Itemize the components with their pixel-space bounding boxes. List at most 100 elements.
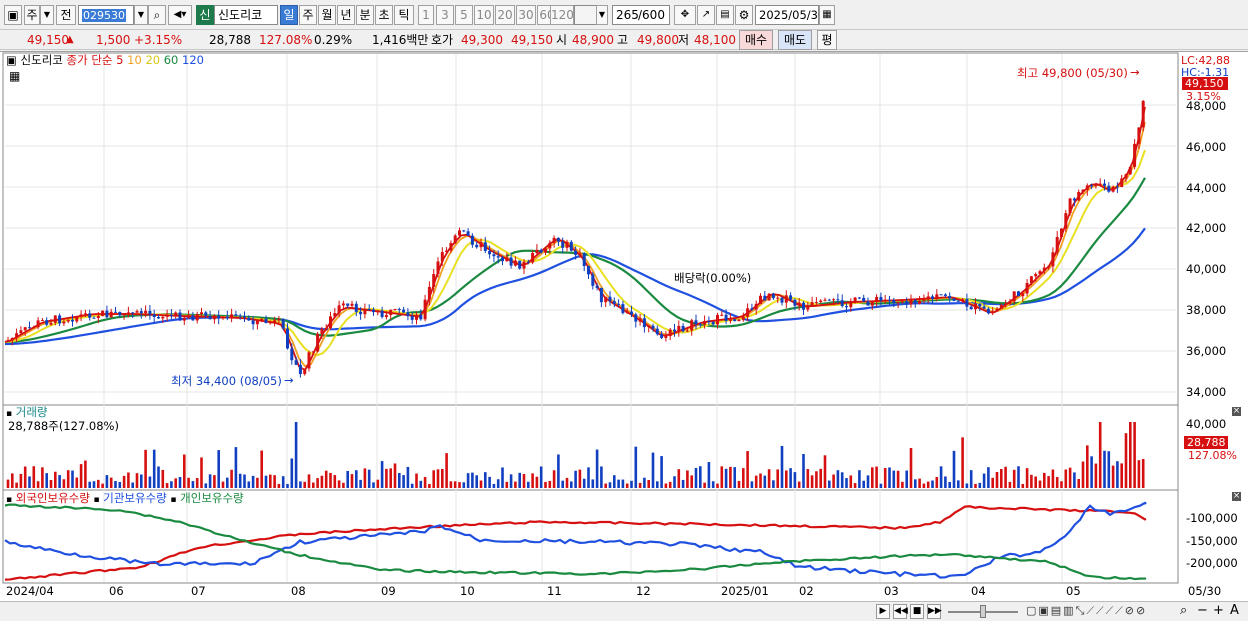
drawing-tools-icons[interactable]: ▢▣▤▥⤡⟋⟋⟋⟋⊘⊘ (1026, 604, 1147, 618)
candle-body (711, 321, 715, 325)
legend-square-icon: ▪ (170, 495, 177, 505)
volume-bar (591, 479, 595, 488)
stop-icon[interactable]: ■ (910, 604, 924, 619)
zoom-out-icon[interactable]: − (1197, 603, 1208, 618)
candle-body (1090, 185, 1094, 187)
zoom-slider-handle[interactable] (980, 605, 986, 618)
crosshair-icon[interactable]: ✥ (674, 5, 696, 25)
chevron-down-icon[interactable]: ▼ (40, 5, 54, 25)
volume-bar (552, 470, 556, 488)
interval-year[interactable]: 년 (337, 5, 355, 25)
stock-code-input[interactable]: 029530 (78, 5, 134, 25)
minute-option-1[interactable]: 1 (418, 5, 434, 25)
volume-bar (281, 476, 285, 488)
zoom-in-icon[interactable]: + (1213, 603, 1224, 618)
calculator-icon[interactable]: ▦ (9, 70, 20, 83)
volume-bar (1124, 433, 1128, 488)
volume-bar (423, 477, 427, 488)
chart-canvas[interactable] (0, 52, 1248, 621)
volume-bar (1068, 467, 1072, 488)
minute-option-10[interactable]: 10 (474, 5, 494, 25)
code-dropdown-icon[interactable]: ▼ (134, 5, 148, 25)
candle-body (1085, 185, 1089, 190)
interval-second[interactable]: 초 (375, 5, 393, 25)
candle-body (892, 299, 896, 304)
interval-week[interactable]: 주 (299, 5, 317, 25)
zoom-search-icon[interactable]: ⌕ (1180, 603, 1187, 618)
minute-option-5[interactable]: 5 (455, 5, 473, 25)
evaluate-button[interactable]: 평 (817, 30, 837, 50)
candle-body (483, 242, 487, 251)
custom-interval-dropdown-icon[interactable]: ▼ (596, 5, 608, 25)
volume-bar (1055, 477, 1059, 488)
volume-bar (673, 476, 676, 488)
minute-option-3[interactable]: 3 (436, 5, 454, 25)
minute-option-30[interactable]: 30 (516, 5, 536, 25)
rewind-icon[interactable]: ◀◀ (893, 604, 908, 619)
volume-bar (595, 449, 599, 488)
candle-body (23, 327, 27, 331)
volume-bar (914, 479, 917, 488)
candle-body (212, 315, 216, 320)
save-icon[interactable]: ▤ (716, 5, 734, 25)
volume-bar (337, 480, 341, 488)
close-panel-icon[interactable]: × (1232, 407, 1241, 416)
settings-gear-icon[interactable]: ⚙ (735, 5, 753, 25)
volume-bar (36, 481, 40, 488)
search-icon[interactable]: ⌕ (148, 5, 166, 25)
interval-tick[interactable]: 틱 (394, 5, 414, 25)
interval-minute[interactable]: 분 (356, 5, 374, 25)
window-menu-icon[interactable]: ▣ (4, 5, 22, 25)
volume-bar (539, 466, 543, 488)
candle-body (1133, 143, 1137, 167)
quote-bar: 49,150 ▲ 1,500 +3.15% 28,788 127.08% 0.2… (0, 30, 1248, 50)
scroll-right-icon[interactable]: ▶ (876, 604, 890, 619)
volume-bar (952, 450, 956, 488)
candle-body (832, 299, 836, 301)
market-select[interactable]: 주 (24, 5, 40, 25)
volume-bar (1012, 469, 1016, 488)
volume-bar (62, 479, 66, 488)
volume-bar (901, 481, 904, 488)
candle-body (62, 321, 66, 324)
volume-bar (6, 479, 10, 488)
candle-body (1077, 191, 1081, 201)
font-size-icon[interactable]: A (1230, 603, 1239, 618)
minute-option-20[interactable]: 20 (495, 5, 515, 25)
interval-month[interactable]: 월 (318, 5, 336, 25)
volume-bar (247, 481, 251, 488)
volume-bar (19, 473, 23, 488)
volume-bar (157, 466, 160, 488)
volume-bar (561, 480, 564, 488)
calendar-icon[interactable]: ▦ (819, 5, 835, 25)
period-select[interactable]: 전 (56, 5, 76, 25)
x-label: 09 (381, 584, 396, 598)
candle-body (243, 316, 246, 318)
close-panel-icon[interactable]: × (1232, 492, 1241, 501)
candle-body (552, 237, 556, 243)
legend-square-icon: ▪ (6, 409, 13, 419)
stock-name-field[interactable]: 신도리코 (214, 5, 278, 25)
candle-body (1137, 127, 1141, 144)
volume-bar (987, 467, 990, 488)
sell-button[interactable]: 매도 (778, 30, 812, 50)
bar-count-input[interactable]: 265 (612, 5, 639, 25)
volume-bar (785, 470, 788, 488)
volume-bar (969, 470, 973, 488)
candle-body (501, 257, 504, 262)
candle-body (991, 311, 995, 314)
volume-bar (664, 483, 668, 488)
buy-button[interactable]: 매수 (739, 30, 773, 50)
volume-bar (458, 482, 461, 488)
volume-bar (324, 470, 328, 488)
candle-body (475, 244, 479, 248)
minute-option-120[interactable]: 120 (550, 5, 574, 25)
interval-day[interactable]: 일 (280, 5, 298, 25)
speaker-icon[interactable]: ◀▾ (168, 5, 192, 25)
fast-forward-icon[interactable]: ▶▶ (927, 604, 942, 619)
volume-bar (204, 483, 208, 488)
volume-bar (862, 480, 865, 488)
trend-tool-icon[interactable]: ↗ (697, 5, 715, 25)
volume-bar (729, 466, 732, 488)
date-input[interactable]: 2025/05/30 (755, 5, 825, 25)
